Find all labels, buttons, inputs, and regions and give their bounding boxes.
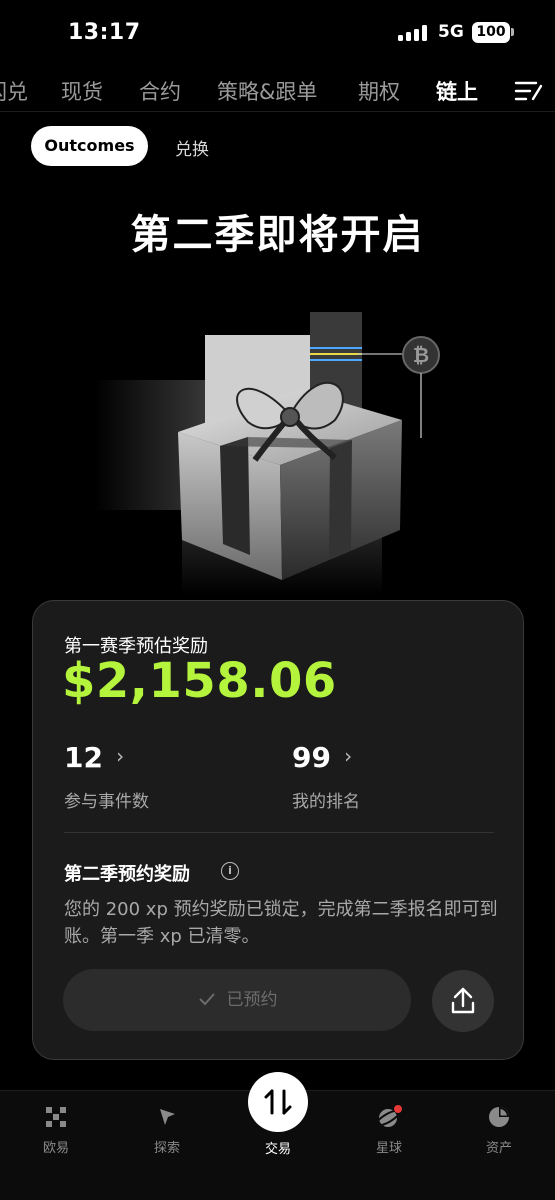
explore-icon	[160, 1109, 175, 1125]
tab-swap[interactable]: 兑换	[175, 135, 209, 160]
nav-trade-label: 交易	[264, 1142, 291, 1157]
nav-assets[interactable]: 资产	[459, 1105, 539, 1156]
trade-swap-icon	[264, 1089, 292, 1115]
planet-icon	[376, 1105, 402, 1127]
rank-value: 99	[292, 741, 331, 774]
tab-outcomes[interactable]: Outcomes	[31, 126, 148, 166]
share-icon	[451, 987, 475, 1014]
rank-label: 我的排名	[292, 792, 360, 812]
battery-icon: 100	[472, 22, 510, 43]
nav-okx[interactable]: 欧易	[16, 1105, 96, 1156]
network-label: 5G	[438, 22, 464, 42]
status-bar: 13:17 5G 100	[0, 0, 555, 62]
menu-icon[interactable]	[514, 78, 544, 104]
share-button[interactable]	[432, 970, 494, 1032]
assets-pie-icon	[489, 1107, 509, 1127]
okx-logo-icon	[46, 1107, 66, 1127]
reservation-reward-title: 第二季预约奖励	[64, 864, 190, 885]
battery-tip	[511, 28, 514, 36]
events-label: 参与事件数	[64, 792, 149, 812]
chevron-right-icon: ›	[116, 744, 125, 768]
status-time: 13:17	[68, 20, 141, 45]
nav-explore-label: 探索	[153, 1141, 180, 1156]
nav-explore[interactable]: 探索	[127, 1105, 207, 1156]
tab-flash-swap[interactable]: 闪兑	[0, 76, 28, 106]
nav-okx-label: 欧易	[42, 1141, 69, 1156]
page-headline: 第二季即将开启	[130, 212, 425, 258]
reserved-button[interactable]: 已预约	[63, 969, 411, 1031]
tab-strategy[interactable]: 策略&跟单	[217, 76, 317, 106]
svg-text:₿: ₿	[413, 343, 429, 367]
tab-spot[interactable]: 现货	[61, 76, 103, 106]
gift-box-illustration: ₿	[95, 312, 440, 595]
top-nav: 闪兑 现货 合约 策略&跟单 期权 链上	[0, 68, 555, 112]
tab-onchain[interactable]: 链上	[436, 76, 478, 106]
reserved-label: 已预约	[226, 990, 278, 1010]
estimated-reward-amount: $2,158.06	[62, 653, 337, 709]
chevron-right-icon: ›	[344, 744, 353, 768]
nav-assets-label: 资产	[485, 1141, 512, 1156]
signal-icon	[398, 25, 430, 41]
tab-options[interactable]: 期权	[358, 76, 400, 106]
rank-stat[interactable]: 99 › 我的排名	[292, 741, 360, 812]
events-count: 12	[64, 741, 103, 774]
app-screen: 13:17 5G 100 闪兑 现货 合约 策略&跟单 期权 链上 Outcom…	[0, 0, 555, 1200]
nav-planet-label: 星球	[375, 1141, 402, 1156]
trade-button[interactable]	[248, 1072, 308, 1132]
check-icon	[198, 993, 215, 1006]
nav-planet[interactable]: 星球	[349, 1105, 429, 1156]
reservation-description: 您的 200 xp 预约奖励已锁定，完成第二季报名即可到账。第一季 xp 已清零…	[64, 899, 498, 947]
tab-futures[interactable]: 合约	[139, 76, 181, 106]
info-icon[interactable]: i	[221, 862, 239, 880]
divider	[64, 832, 494, 833]
season-reward-card: 第一赛季预估奖励 $2,158.06 12 › 参与事件数 99 › 我的排名 …	[32, 600, 524, 1060]
events-stat[interactable]: 12 › 参与事件数	[64, 741, 149, 812]
